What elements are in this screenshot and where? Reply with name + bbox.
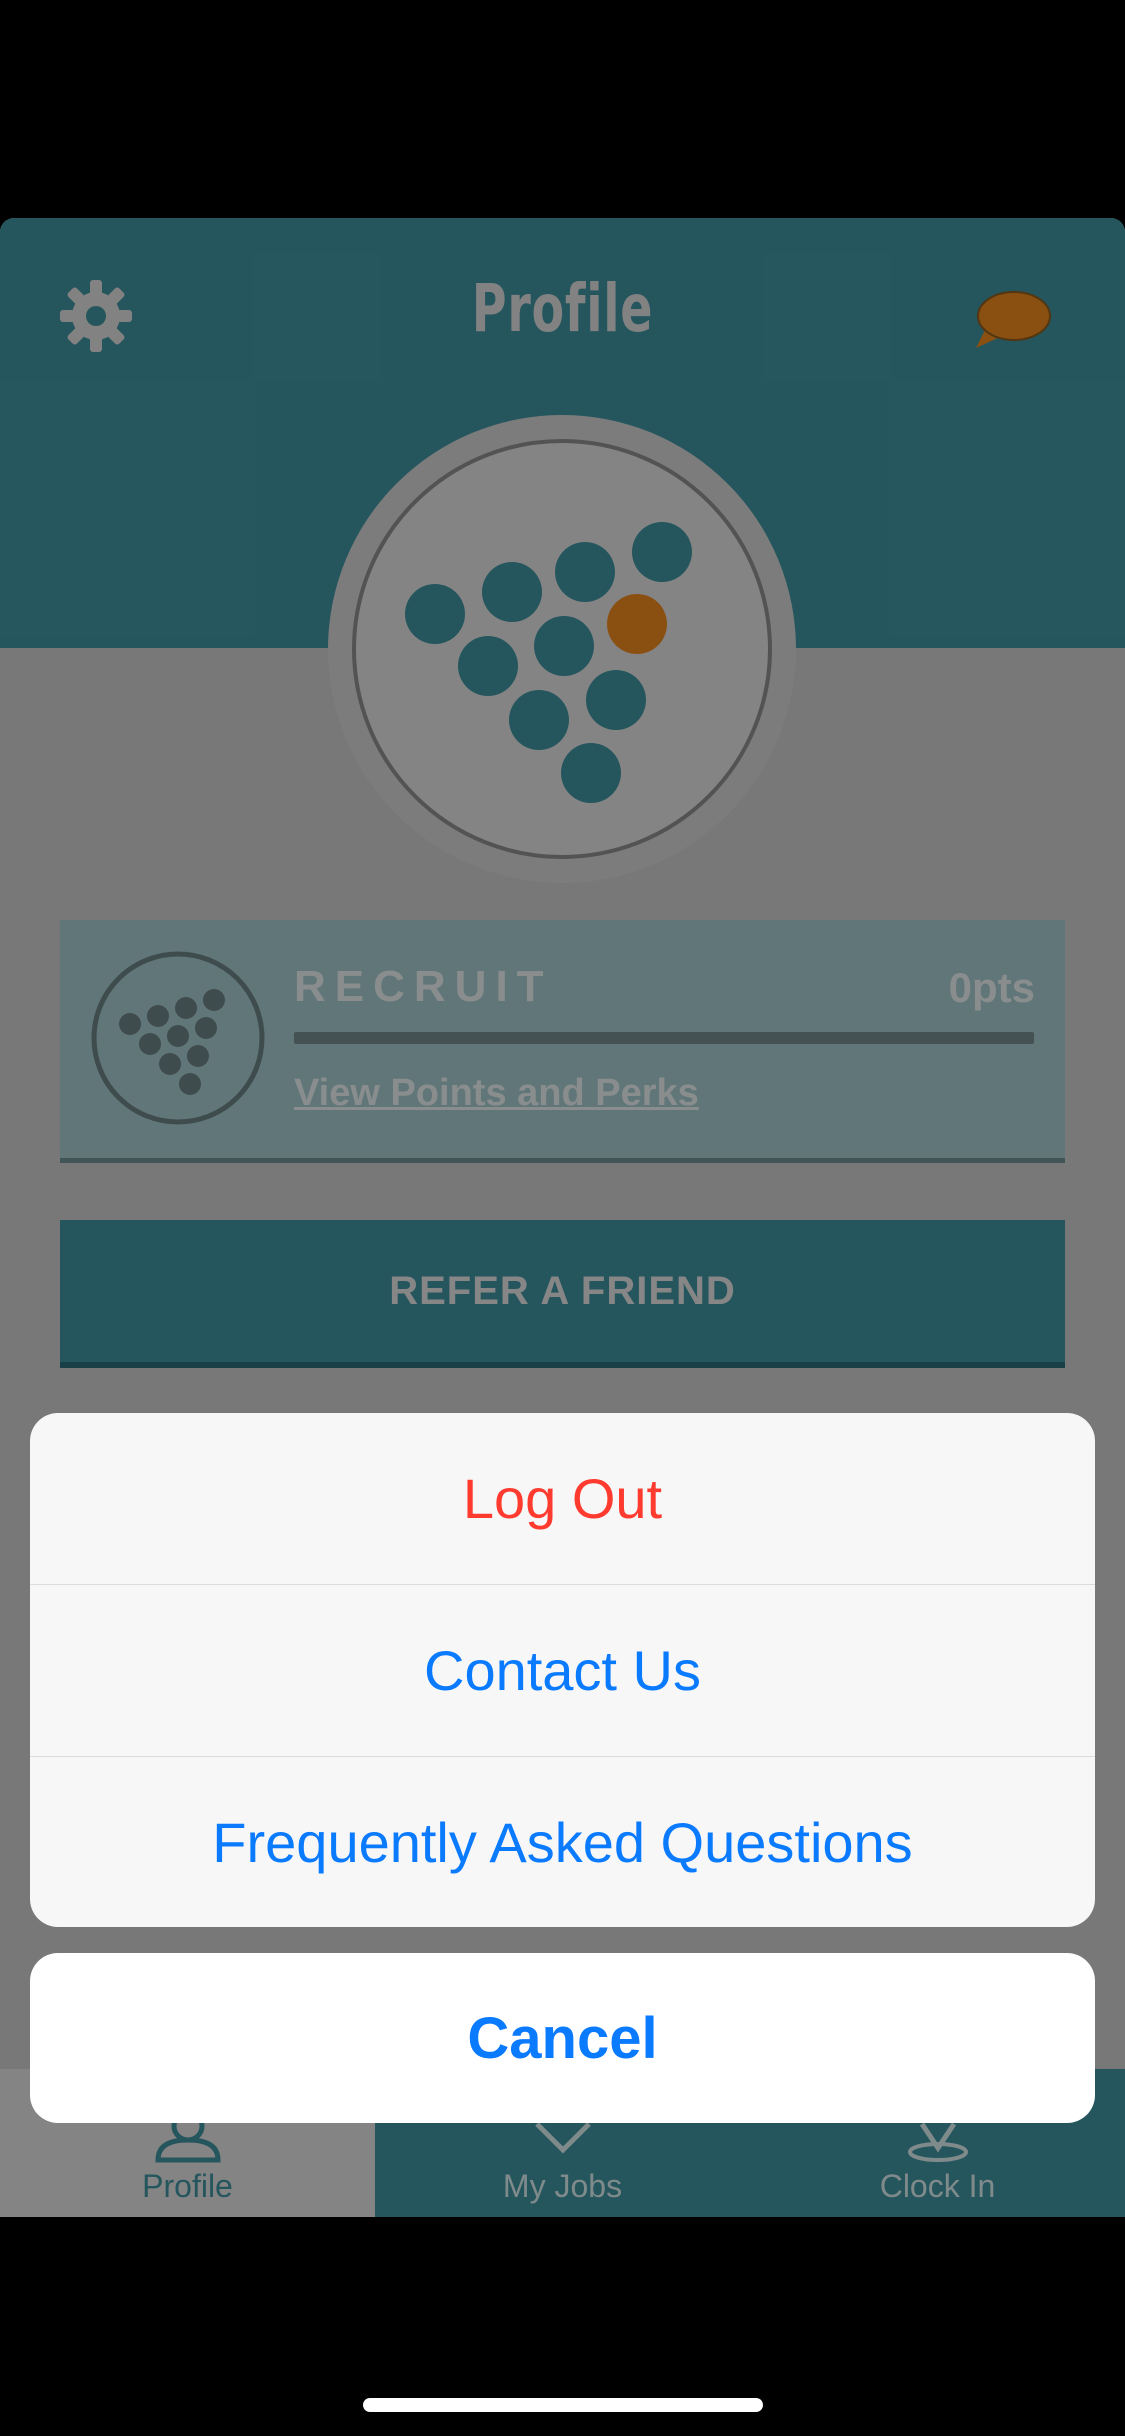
cancel-button[interactable]: Cancel bbox=[30, 1953, 1095, 2123]
faq-button[interactable]: Frequently Asked Questions bbox=[30, 1757, 1095, 1927]
action-sheet: Log Out Contact Us Frequently Asked Ques… bbox=[30, 1413, 1095, 1927]
contact-us-button[interactable]: Contact Us bbox=[30, 1585, 1095, 1757]
home-indicator[interactable] bbox=[363, 2398, 763, 2412]
log-out-button[interactable]: Log Out bbox=[30, 1413, 1095, 1585]
